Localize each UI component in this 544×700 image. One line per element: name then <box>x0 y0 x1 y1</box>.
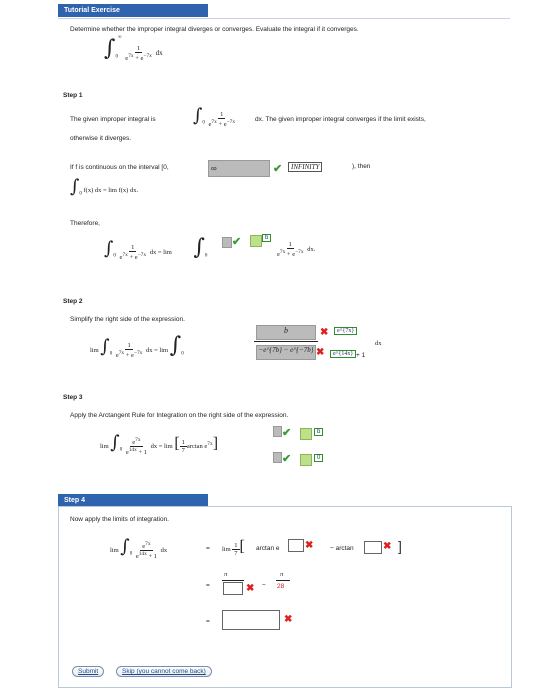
upper-bound-answer: b <box>314 428 324 436</box>
step4-frame <box>58 506 512 688</box>
header-divider <box>58 18 510 19</box>
lower-bound-input[interactable] <box>273 452 282 463</box>
step4-label: Step 4 <box>64 497 86 504</box>
step1-cont-after: ), then <box>352 163 371 170</box>
therefore-text: Therefore, <box>70 220 100 227</box>
arctan-arg-input[interactable] <box>364 541 382 554</box>
problem-text: Determine whether the improper integral … <box>70 26 359 33</box>
step1-line1c: otherwise it diverges. <box>70 135 132 142</box>
cross-icon: ✖ <box>383 541 392 552</box>
step1-label: Step 1 <box>63 92 83 99</box>
equals-sign: = <box>206 582 210 589</box>
step2-equation: lim ∫0 1 e7x + e−7x dx = lim ∫0 <box>90 333 184 360</box>
interval-input[interactable]: ∞ <box>208 160 270 177</box>
fraction-bar <box>276 580 290 581</box>
pi-numerator: π <box>224 571 228 578</box>
therefore-integrand: 1 e7x + e−7x dx. <box>277 241 316 259</box>
skip-button[interactable]: Skip (you cannot come back) <box>116 666 212 677</box>
infinity-answer: INFINITY <box>288 162 323 172</box>
step1-cont-text: If f is continuous on the interval [0, <box>70 164 169 171</box>
hint-icon[interactable] <box>250 235 262 247</box>
step2-label: Step 2 <box>63 298 83 305</box>
equals-sign: = <box>206 618 210 625</box>
pi-numerator-2: π <box>280 571 284 578</box>
limit-formula-text: f(x) dx = lim f(x) dx. <box>83 187 139 194</box>
cross-icon: ✖ <box>246 583 255 594</box>
check-icon: ✔ <box>273 163 283 175</box>
denominator-28: 28 <box>277 583 285 590</box>
hint-icon[interactable] <box>300 454 312 466</box>
exponent-input[interactable] <box>288 539 304 552</box>
problem-integral: ∫0∞ 1 e7x + e−7x dx <box>104 34 163 62</box>
pi-denominator-input[interactable] <box>223 582 243 595</box>
cross-icon: ✖ <box>316 347 325 358</box>
minus-sign: − <box>262 582 266 589</box>
check-icon: ✔ <box>282 427 292 439</box>
step4-equation: lim ∫0 e7x e14x + 1 dx <box>110 536 168 561</box>
numerator-input[interactable]: b <box>256 325 316 340</box>
cross-icon: ✖ <box>305 540 314 551</box>
step4-rhs: lim 1 7[ <box>222 538 245 558</box>
denominator-input[interactable]: −e^{7b} − e^{−7b} <box>256 345 316 360</box>
dx-text: dx <box>375 340 382 347</box>
denominator-answer: e^{14x} <box>330 350 357 358</box>
cross-icon: ✖ <box>320 327 329 338</box>
step1-line1b: dx. The given improper integral converge… <box>255 116 426 123</box>
step3-equation: lim ∫0 e7x e14x + 1 dx = lim [1 7 arctan e7… <box>100 432 219 457</box>
equals-sign: = <box>206 545 210 552</box>
step4-text: Now apply the limits of integration. <box>70 516 169 523</box>
step1-line1a: The given improper integral is <box>70 116 156 123</box>
numerator-answer: e^{7x} <box>334 327 358 335</box>
cross-icon: ✖ <box>284 614 293 625</box>
lower-bound-answer: 0 <box>314 454 324 462</box>
upper-bound-input[interactable] <box>273 426 282 437</box>
check-icon: ✔ <box>282 453 292 465</box>
fraction-bar <box>254 341 318 342</box>
therefore-equation: ∫0 1 e7x + e−7x dx = lim ∫0 <box>104 235 208 262</box>
plus-one: + 1 <box>356 352 366 359</box>
hint-icon[interactable] <box>300 428 312 440</box>
check-icon: ✔ <box>232 236 242 248</box>
tutorial-header: Tutorial Exercise <box>58 4 208 17</box>
final-answer-input[interactable] <box>222 610 280 630</box>
closing-bracket: ] <box>398 538 402 554</box>
step2-text: Simplify the right side of the expressio… <box>70 316 185 323</box>
fraction-bar <box>222 580 244 581</box>
arctan1-text: arctan e <box>256 545 280 552</box>
step3-text: Apply the Arctangent Rule for Integratio… <box>70 412 289 419</box>
step1-integral: ∫0 1 e7x + e−7x <box>193 105 236 129</box>
step3-label: Step 3 <box>63 394 83 401</box>
upper-limit-answer: b <box>262 234 272 242</box>
upper-limit-input[interactable] <box>222 237 232 248</box>
minus-arctan-text: − arctan <box>330 545 354 552</box>
submit-button[interactable]: Submit <box>72 666 105 677</box>
tutorial-title: Tutorial Exercise <box>64 7 120 14</box>
limit-definition: ∫0 f(x) dx = lim f(x) dx. <box>70 176 139 197</box>
